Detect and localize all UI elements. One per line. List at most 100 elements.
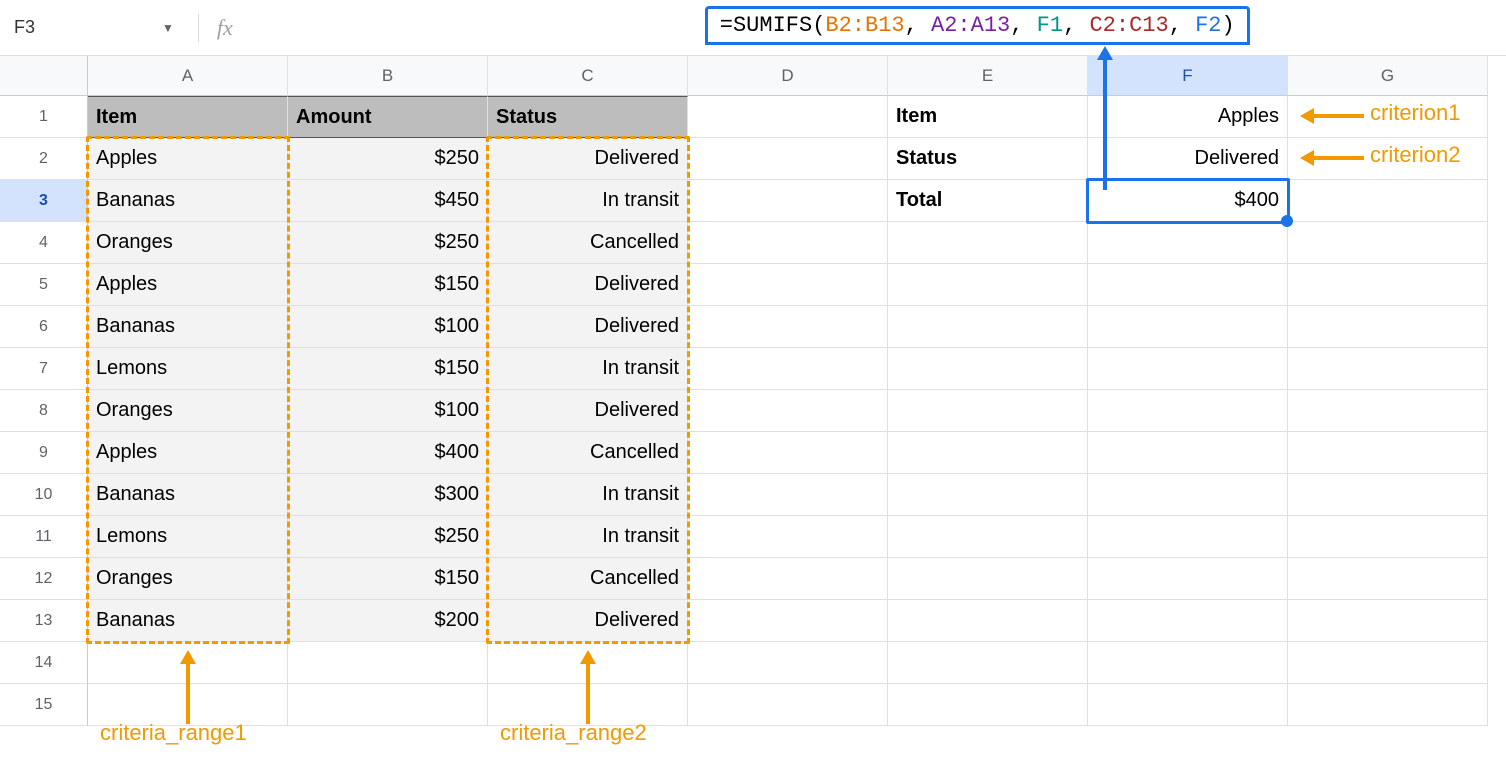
cell-A3[interactable]: Bananas [88,180,288,222]
cell-C15[interactable] [488,684,688,726]
cell-D2[interactable] [688,138,888,180]
cell-A7[interactable]: Lemons [88,348,288,390]
cell-C7[interactable]: In transit [488,348,688,390]
cell-F15[interactable] [1088,684,1288,726]
row-header-6[interactable]: 6 [0,306,88,348]
row-header-2[interactable]: 2 [0,138,88,180]
cell-G3[interactable] [1288,180,1488,222]
cell-D15[interactable] [688,684,888,726]
cell-D1[interactable] [688,96,888,138]
row-header-7[interactable]: 7 [0,348,88,390]
row-header-12[interactable]: 12 [0,558,88,600]
cell-B9[interactable]: $400 [288,432,488,474]
cell-B1[interactable]: Amount [288,96,488,138]
cell-D13[interactable] [688,600,888,642]
cell-A6[interactable]: Bananas [88,306,288,348]
cell-B5[interactable]: $150 [288,264,488,306]
cell-E15[interactable] [888,684,1088,726]
row-header-4[interactable]: 4 [0,222,88,264]
row-header-15[interactable]: 15 [0,684,88,726]
cell-C5[interactable]: Delivered [488,264,688,306]
cell-F14[interactable] [1088,642,1288,684]
cell-F12[interactable] [1088,558,1288,600]
spreadsheet-grid[interactable]: A B C D E F G 1 Item Amount Status Item … [0,56,1506,726]
cell-E6[interactable] [888,306,1088,348]
cell-C14[interactable] [488,642,688,684]
cell-B7[interactable]: $150 [288,348,488,390]
cell-E9[interactable] [888,432,1088,474]
row-header-1[interactable]: 1 [0,96,88,138]
cell-A4[interactable]: Oranges [88,222,288,264]
row-header-9[interactable]: 9 [0,432,88,474]
cell-B15[interactable] [288,684,488,726]
row-header-10[interactable]: 10 [0,474,88,516]
cell-D6[interactable] [688,306,888,348]
cell-G10[interactable] [1288,474,1488,516]
row-header-14[interactable]: 14 [0,642,88,684]
cell-F11[interactable] [1088,516,1288,558]
cell-A13[interactable]: Bananas [88,600,288,642]
cell-F2[interactable]: Delivered [1088,138,1288,180]
cell-G5[interactable] [1288,264,1488,306]
cell-E3[interactable]: Total [888,180,1088,222]
cell-A5[interactable]: Apples [88,264,288,306]
cell-F8[interactable] [1088,390,1288,432]
cell-F4[interactable] [1088,222,1288,264]
cell-G1[interactable] [1288,96,1488,138]
cell-C13[interactable]: Delivered [488,600,688,642]
row-header-5[interactable]: 5 [0,264,88,306]
name-box-dropdown[interactable]: ▼ [156,21,180,35]
cell-F10[interactable] [1088,474,1288,516]
cell-A12[interactable]: Oranges [88,558,288,600]
cell-B10[interactable]: $300 [288,474,488,516]
cell-D12[interactable] [688,558,888,600]
cell-D5[interactable] [688,264,888,306]
cell-G12[interactable] [1288,558,1488,600]
cell-C12[interactable]: Cancelled [488,558,688,600]
cell-C10[interactable]: In transit [488,474,688,516]
cell-E8[interactable] [888,390,1088,432]
cell-G14[interactable] [1288,642,1488,684]
cell-F3[interactable]: $400 [1088,180,1288,222]
cell-F5[interactable] [1088,264,1288,306]
cell-G15[interactable] [1288,684,1488,726]
cell-A1[interactable]: Item [88,96,288,138]
cell-F6[interactable] [1088,306,1288,348]
cell-E11[interactable] [888,516,1088,558]
cell-C3[interactable]: In transit [488,180,688,222]
cell-D14[interactable] [688,642,888,684]
cell-F9[interactable] [1088,432,1288,474]
cell-C4[interactable]: Cancelled [488,222,688,264]
formula-input-wrap[interactable]: =SUMIFS(B2:B13, A2:A13, F1, C2:C13, F2) [251,0,1498,55]
cell-G7[interactable] [1288,348,1488,390]
cell-C2[interactable]: Delivered [488,138,688,180]
cell-F7[interactable] [1088,348,1288,390]
row-header-11[interactable]: 11 [0,516,88,558]
cell-E1[interactable]: Item [888,96,1088,138]
col-header-D[interactable]: D [688,56,888,96]
cell-G4[interactable] [1288,222,1488,264]
cell-D7[interactable] [688,348,888,390]
select-all-corner[interactable] [0,56,88,96]
cell-G8[interactable] [1288,390,1488,432]
cell-A8[interactable]: Oranges [88,390,288,432]
row-header-13[interactable]: 13 [0,600,88,642]
col-header-A[interactable]: A [88,56,288,96]
col-header-F[interactable]: F [1088,56,1288,96]
cell-F1[interactable]: Apples [1088,96,1288,138]
row-header-8[interactable]: 8 [0,390,88,432]
cell-C11[interactable]: In transit [488,516,688,558]
cell-A15[interactable] [88,684,288,726]
cell-B14[interactable] [288,642,488,684]
cell-A9[interactable]: Apples [88,432,288,474]
cell-E4[interactable] [888,222,1088,264]
cell-B12[interactable]: $150 [288,558,488,600]
cell-B13[interactable]: $200 [288,600,488,642]
name-box[interactable]: F3 [8,13,148,42]
cell-G11[interactable] [1288,516,1488,558]
cell-D9[interactable] [688,432,888,474]
cell-B6[interactable]: $100 [288,306,488,348]
cell-D8[interactable] [688,390,888,432]
cell-G9[interactable] [1288,432,1488,474]
cell-C1[interactable]: Status [488,96,688,138]
